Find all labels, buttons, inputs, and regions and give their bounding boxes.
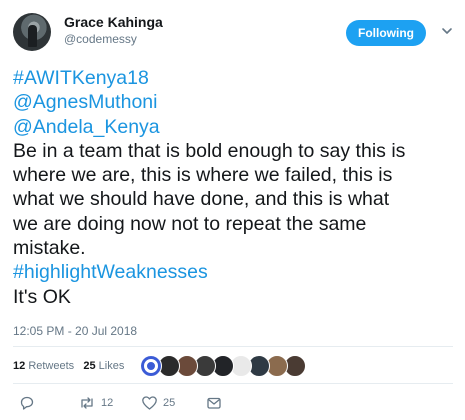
tweet-stats: 12 Retweets 25 Likes	[13, 360, 124, 372]
tweet-link[interactable]: @AgnesMuthoni	[13, 90, 458, 114]
like-button[interactable]: 25	[141, 393, 175, 413]
tweet-actions: 12 25	[13, 393, 458, 413]
tweet-text-line: where we are, this is where we failed, t…	[13, 164, 393, 187]
retweet-icon	[81, 397, 93, 409]
tweet-text: #AWITKenya18 @AgnesMuthoni @Andela_Kenya Be…	[13, 66, 458, 309]
retweets-stat[interactable]: 12 Retweets	[13, 360, 74, 372]
tweet-text-line: mistake.	[13, 237, 86, 260]
likes-label: Likes	[98, 360, 125, 372]
tweet-link[interactable]: #highlightWeaknesses	[13, 260, 458, 284]
divider	[13, 383, 453, 384]
divider	[13, 346, 453, 347]
like-icon	[142, 396, 157, 410]
like-count: 25	[163, 397, 176, 409]
reply-button[interactable]	[19, 393, 40, 413]
liker-avatar-1[interactable]	[140, 355, 162, 377]
reply-icon	[20, 396, 34, 410]
direct-message-icon	[207, 397, 221, 409]
tweet-text-line: we are doing now not to repeat the same	[13, 212, 367, 235]
tweet-text-line: It's OK	[13, 285, 71, 308]
likes-count: 25	[83, 360, 96, 372]
tweet-link[interactable]: @Andela_Kenya	[13, 115, 458, 139]
tweet-timestamp[interactable]: 12:05 PM - 20 Jul 2018	[13, 324, 137, 338]
likes-stat[interactable]: 25 Likes	[83, 360, 124, 372]
author-handle[interactable]: @codemessy	[64, 32, 137, 46]
author-name[interactable]: Grace Kahinga	[64, 14, 163, 30]
retweet-button[interactable]: 12	[78, 393, 113, 413]
following-button[interactable]: Following	[346, 20, 426, 46]
author-avatar[interactable]	[13, 13, 51, 51]
direct-message-button[interactable]	[206, 393, 222, 413]
retweets-label: Retweets	[28, 360, 75, 372]
retweet-count: 12	[101, 397, 114, 409]
tweet-link[interactable]: #AWITKenya18	[13, 66, 458, 90]
tweet-text-line: what we should have done, and this is wh…	[13, 188, 390, 211]
chevron-down-icon[interactable]	[440, 24, 454, 38]
tweet-text-line: Be in a team that is bold enough to say …	[13, 139, 406, 162]
retweets-count: 12	[13, 360, 26, 372]
